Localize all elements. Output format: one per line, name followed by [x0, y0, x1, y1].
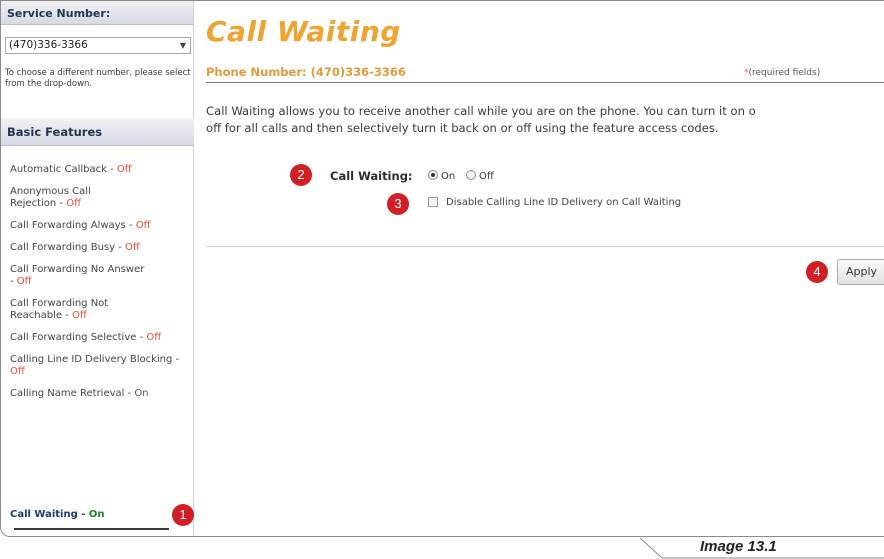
- callout-badge-4: 4: [806, 261, 828, 283]
- sidebar-item-label: Call Forwarding Not Reachable: [10, 298, 109, 321]
- sidebar-item-call-waiting[interactable]: Call Waiting - On: [10, 509, 190, 521]
- sidebar-item-label: Call Forwarding Always: [10, 220, 126, 231]
- radio-off[interactable]: [466, 170, 476, 180]
- sidebar-item-label: Call Waiting: [10, 509, 78, 520]
- callout-badge-1: 1: [172, 504, 194, 526]
- status-text: Off: [146, 332, 162, 343]
- status-text: Off: [66, 198, 81, 209]
- sidebar-item-calling-line-id-delivery-blocking[interactable]: Calling Line ID Delivery Blocking - Off: [10, 354, 185, 378]
- callout-badge-3: 3: [387, 193, 409, 215]
- sidebar-item-label: Call Forwarding Selective: [10, 332, 137, 343]
- number-help-text: To choose a different number, please sel…: [5, 68, 191, 89]
- main-content: Call Waiting Phone Number: (470)336-3366…: [194, 1, 884, 536]
- active-item-underline: [14, 528, 169, 530]
- disable-clid-checkbox-label: Disable Calling Line ID Delivery on Call…: [446, 197, 682, 208]
- status-text: On: [134, 388, 149, 399]
- sidebar-item-automatic-callback[interactable]: Automatic Callback - Off: [10, 164, 190, 176]
- status-text: On: [88, 509, 105, 520]
- sidebar-item-label: Calling Name Retrieval: [10, 388, 125, 399]
- status-separator: -: [56, 198, 67, 209]
- phone-number-label: Phone Number: (470)336-3366: [206, 65, 406, 79]
- sidebar-item-calling-name-retrieval[interactable]: Calling Name Retrieval - On: [10, 388, 180, 400]
- phone-number-row: Phone Number: (470)336-3366 *(required f…: [206, 63, 884, 83]
- status-text: Off: [125, 242, 140, 253]
- image-caption: Image 13.1: [700, 538, 777, 555]
- status-separator: -: [115, 242, 125, 253]
- sidebar-item-label: Call Forwarding No Answer: [10, 264, 145, 275]
- status-text: Off: [10, 366, 25, 377]
- feature-list: Automatic Callback - Off Anonymous Call …: [10, 164, 190, 520]
- status-text: Off: [16, 276, 32, 287]
- status-separator: -: [62, 310, 72, 321]
- status-separator: -: [10, 276, 17, 287]
- radio-on[interactable]: [428, 170, 438, 180]
- basic-features-header: Basic Features: [1, 118, 194, 146]
- sidebar-item-call-forwarding-no-answer[interactable]: Call Forwarding No Answer - Off: [10, 264, 150, 288]
- sidebar-item-label: Call Forwarding Busy: [10, 242, 116, 253]
- description-line-1: Call Waiting allows you to receive anoth…: [206, 104, 756, 118]
- selected-number: (470)336-3366: [9, 39, 88, 51]
- sidebar-item-call-forwarding-not-reachable[interactable]: Call Forwarding Not Reachable - Off: [10, 298, 150, 322]
- sidebar-item-label: Automatic Callback: [10, 164, 107, 175]
- status-separator: -: [77, 509, 89, 520]
- status-text: Off: [116, 164, 132, 175]
- app-window: Service Number: (470)336-3366 ▼ To choos…: [0, 0, 884, 537]
- section-divider: [206, 246, 884, 247]
- description-text: Call Waiting allows you to receive anoth…: [206, 103, 884, 137]
- sidebar-item-anonymous-call-rejection[interactable]: Anonymous Call Rejection - Off: [10, 186, 130, 210]
- sidebar-item-call-forwarding-always[interactable]: Call Forwarding Always - Off: [10, 220, 182, 232]
- disable-clid-checkbox[interactable]: [428, 197, 438, 207]
- sidebar-item-label: Calling Line ID Delivery Blocking: [10, 354, 173, 365]
- required-fields-note: *(required fields): [744, 68, 820, 78]
- status-separator: -: [172, 354, 180, 365]
- radio-off-label: Off: [479, 171, 494, 182]
- sidebar-item-call-forwarding-selective[interactable]: Call Forwarding Selective - Off: [10, 332, 190, 344]
- apply-button[interactable]: Apply: [837, 259, 884, 285]
- sidebar: Service Number: (470)336-3366 ▼ To choos…: [1, 1, 194, 536]
- status-separator: -: [124, 388, 135, 399]
- page-title: Call Waiting: [206, 15, 401, 48]
- callout-badge-2: 2: [290, 164, 312, 186]
- status-separator: -: [125, 220, 136, 231]
- status-text: Off: [135, 220, 151, 231]
- service-number-header: Service Number:: [1, 1, 193, 25]
- service-number-dropdown[interactable]: (470)336-3366 ▼: [5, 37, 191, 54]
- description-line-2: off for all calls and then selectively t…: [206, 121, 719, 135]
- status-text: Off: [72, 310, 87, 321]
- dropdown-arrow-icon: ▼: [179, 41, 186, 50]
- call-waiting-label: Call Waiting:: [330, 169, 413, 183]
- status-separator: -: [106, 164, 117, 175]
- radio-on-label: On: [441, 171, 456, 182]
- status-separator: -: [136, 332, 147, 343]
- required-fields-text: (required fields): [748, 68, 821, 78]
- sidebar-item-call-forwarding-busy[interactable]: Call Forwarding Busy - Off: [10, 242, 160, 254]
